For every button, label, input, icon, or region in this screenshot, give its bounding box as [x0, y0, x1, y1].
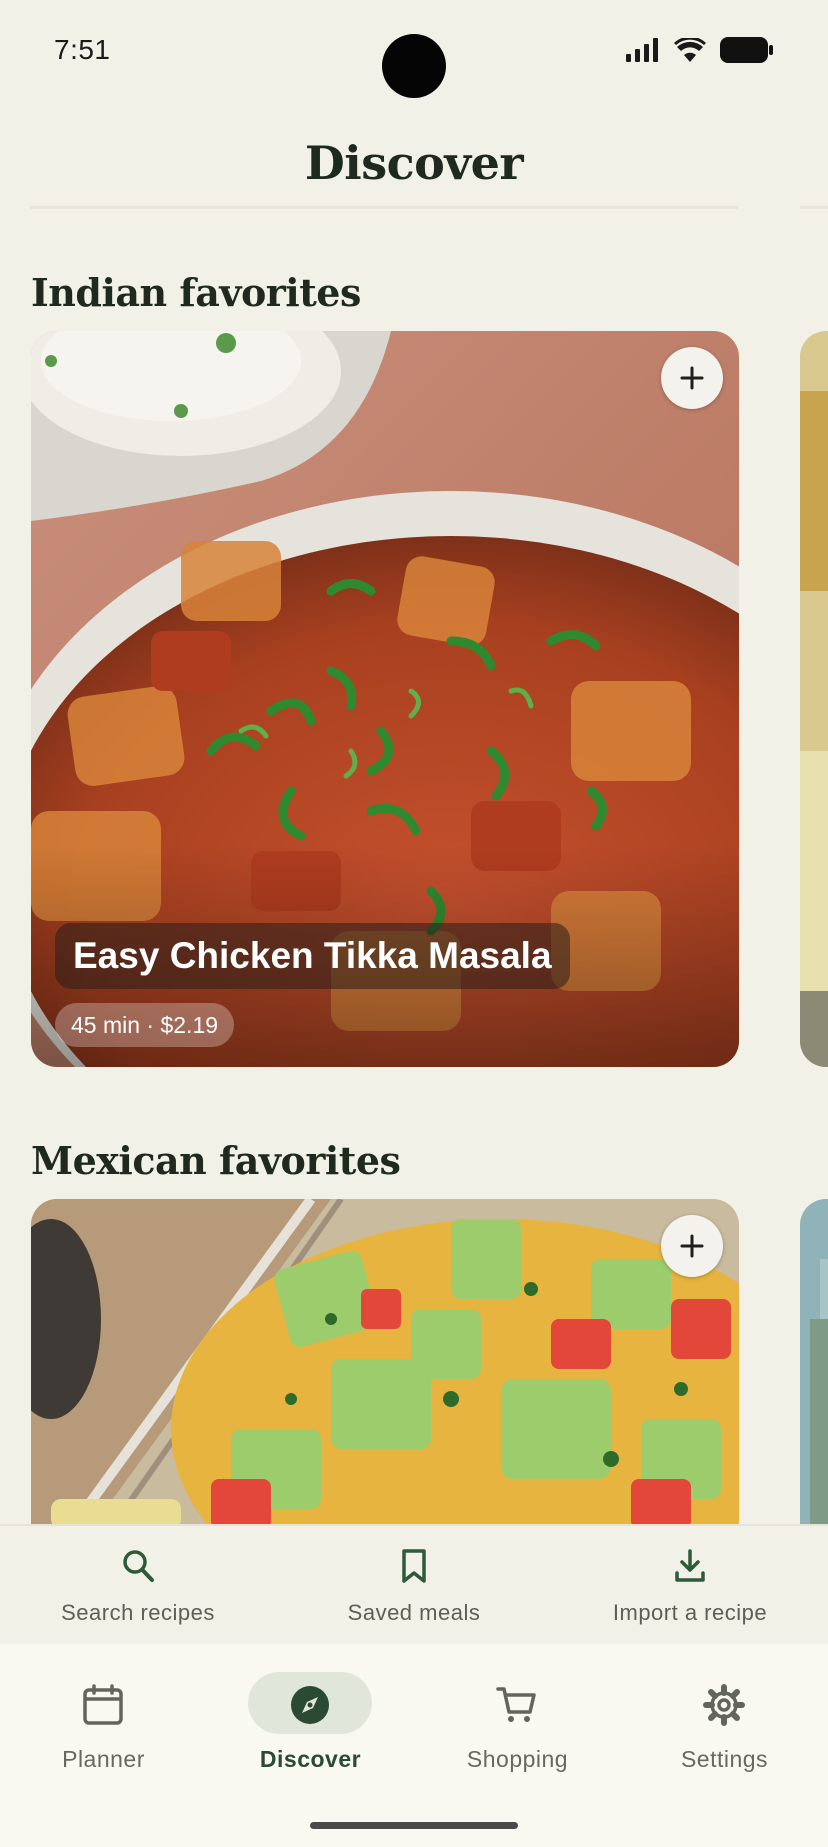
- section-title-indian: Indian favorites: [31, 270, 361, 315]
- status-bar: 7:51: [0, 0, 828, 100]
- signal-icon: [626, 38, 658, 62]
- plus-icon: [680, 1234, 704, 1258]
- quick-actions-bar: Search recipes Saved meals Import a reci…: [0, 1524, 828, 1644]
- nav-item-settings[interactable]: Settings: [621, 1644, 828, 1784]
- plus-icon: [680, 366, 704, 390]
- recipe-card[interactable]: Easy Chicken Tikka Masala 45 min · $2.19: [31, 331, 739, 1067]
- recipe-meta: 45 min · $2.19: [55, 1003, 235, 1047]
- recipe-photo: [800, 331, 828, 1067]
- nav-item-discover[interactable]: Discover: [207, 1644, 414, 1784]
- nav-item-planner[interactable]: Planner: [0, 1644, 207, 1784]
- search-recipes-button[interactable]: Search recipes: [0, 1526, 276, 1646]
- section-title-mexican: Mexican favorites: [31, 1138, 401, 1183]
- wifi-icon: [674, 38, 706, 62]
- add-to-plan-button[interactable]: [661, 347, 723, 409]
- nav-item-shopping[interactable]: Shopping: [414, 1644, 621, 1784]
- nav-label-settings: Settings: [680, 1746, 769, 1772]
- recipe-photo: [31, 1199, 739, 1529]
- bottom-navigation: Planner Discover Shopping Settings: [0, 1644, 828, 1847]
- nav-label-shopping: Shopping: [466, 1746, 569, 1772]
- next-recipe-card-peek[interactable]: [800, 1199, 828, 1529]
- bookmark-icon: [402, 1549, 426, 1583]
- import-recipe-label: Import a recipe: [612, 1600, 768, 1625]
- next-recipe-card-peek[interactable]: [800, 331, 828, 1067]
- calendar-icon: [83, 1684, 123, 1725]
- recipe-photo: [800, 1199, 828, 1529]
- import-recipe-button[interactable]: Import a recipe: [552, 1526, 828, 1646]
- front-camera: [382, 34, 446, 98]
- search-recipes-label: Search recipes: [61, 1600, 215, 1625]
- status-icons: [626, 36, 774, 64]
- page-title: Discover: [304, 136, 524, 190]
- search-icon: [123, 1550, 154, 1582]
- recipe-card[interactable]: [31, 1199, 739, 1529]
- saved-meals-button[interactable]: Saved meals: [276, 1526, 552, 1646]
- add-to-plan-button[interactable]: [661, 1215, 723, 1277]
- header-divider: [30, 206, 738, 209]
- recipe-name: Easy Chicken Tikka Masala: [55, 923, 570, 989]
- saved-meals-label: Saved meals: [347, 1600, 481, 1625]
- gear-icon: [703, 1684, 745, 1726]
- cart-icon: [496, 1687, 536, 1722]
- header-divider-peek: [800, 206, 828, 209]
- status-time: 7:51: [54, 34, 111, 65]
- nav-label-discover: Discover: [259, 1746, 362, 1772]
- home-indicator: [310, 1822, 518, 1829]
- battery-icon: [720, 37, 773, 63]
- compass-icon: [291, 1686, 329, 1724]
- nav-label-planner: Planner: [62, 1746, 145, 1772]
- download-icon: [675, 1549, 705, 1582]
